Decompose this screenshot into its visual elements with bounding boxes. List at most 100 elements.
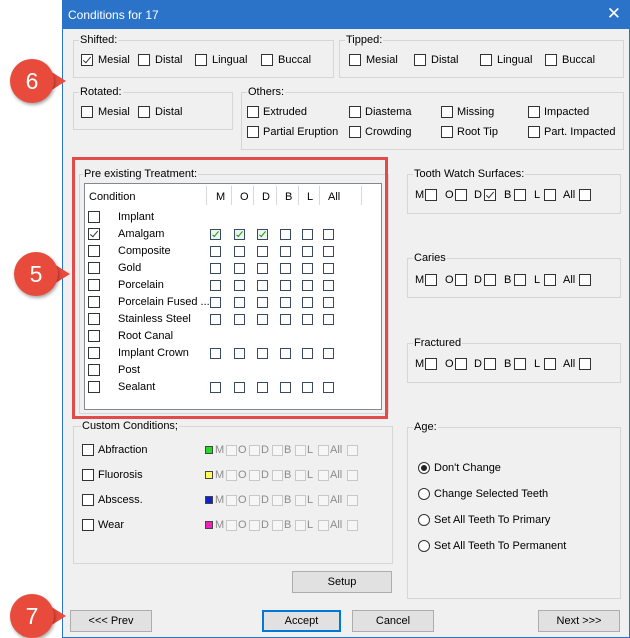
- others-missing-label: Missing: [457, 106, 495, 118]
- tipped-buccal-checkbox[interactable]: [545, 54, 557, 66]
- caries-m-checkbox[interactable]: [425, 274, 437, 286]
- age-set-all-teeth-to-primary-radio[interactable]: [418, 514, 430, 526]
- custom-fluorosis-surface-all-checkbox: [347, 470, 358, 481]
- custom-abscess-color-swatch: [205, 496, 213, 504]
- fractured-o-checkbox[interactable]: [455, 358, 467, 370]
- others-impacted-checkbox[interactable]: [528, 106, 540, 118]
- others-impacted-label: Impacted: [544, 106, 590, 118]
- callout-6-badge: 6: [10, 59, 54, 103]
- age-set-all-teeth-to-permanent-radio[interactable]: [418, 540, 430, 552]
- setup-button[interactable]: Setup: [292, 571, 392, 593]
- caries-all-checkbox[interactable]: [579, 274, 591, 286]
- caries-l-checkbox[interactable]: [544, 274, 556, 286]
- close-icon[interactable]: ✕: [607, 4, 621, 24]
- custom-abscess-surface-label: All: [330, 494, 343, 506]
- custom-fluorosis-checkbox[interactable]: [82, 469, 94, 481]
- custom-abfraction-surface-label: B: [284, 444, 292, 456]
- callout-7-badge: 7: [10, 594, 54, 638]
- custom-abfraction-surface-b-checkbox: [295, 445, 306, 456]
- rotated-mesial-label: Mesial: [98, 106, 130, 118]
- others-extruded-checkbox[interactable]: [247, 106, 259, 118]
- shifted-buccal-checkbox[interactable]: [261, 54, 273, 66]
- custom-abfraction-surface-m-checkbox: [226, 445, 237, 456]
- caries-d-checkbox[interactable]: [484, 274, 496, 286]
- others-diastema-checkbox[interactable]: [349, 106, 361, 118]
- custom-wear-label: Wear: [98, 519, 125, 531]
- others-root-tip-label: Root Tip: [457, 126, 498, 138]
- caries-d-label: D: [474, 274, 482, 286]
- others-group: [241, 92, 624, 150]
- caries-o-checkbox[interactable]: [455, 274, 467, 286]
- fractured-o-label: O: [445, 358, 454, 370]
- age-change-selected-teeth-radio[interactable]: [418, 488, 430, 500]
- others-root-tip-checkbox[interactable]: [441, 126, 453, 138]
- custom-abfraction-surface-label: O: [238, 444, 247, 456]
- fractured-l-checkbox[interactable]: [544, 358, 556, 370]
- custom-abfraction-surface-all-checkbox: [347, 445, 358, 456]
- tooth_watch-o-label: O: [445, 189, 454, 201]
- custom-conditions-label: Custom Conditions;: [81, 420, 179, 432]
- tipped-mesial-checkbox[interactable]: [349, 54, 361, 66]
- age-group: [407, 427, 621, 599]
- custom-wear-surface-all-checkbox: [347, 520, 358, 531]
- others-part-impacted-label: Part. Impacted: [544, 126, 616, 138]
- tipped-distal-checkbox[interactable]: [414, 54, 426, 66]
- custom-fluorosis-surface-m-checkbox: [226, 470, 237, 481]
- rotated-distal-label: Distal: [155, 106, 183, 118]
- tooth_watch-b-checkbox[interactable]: [514, 189, 526, 201]
- custom-wear-surface-label: L: [307, 519, 314, 531]
- custom-fluorosis-color-swatch: [205, 471, 213, 479]
- others-crowding-checkbox[interactable]: [349, 126, 361, 138]
- shifted-lingual-checkbox[interactable]: [195, 54, 207, 66]
- custom-fluorosis-surface-l-checkbox: [318, 470, 329, 481]
- others-partial-eruption-checkbox[interactable]: [247, 126, 259, 138]
- caries-o-label: O: [445, 274, 454, 286]
- caries-l-label: L: [534, 274, 541, 286]
- custom-wear-color-swatch: [205, 521, 213, 529]
- tooth_watch-l-checkbox[interactable]: [544, 189, 556, 201]
- custom-wear-surface-b-checkbox: [295, 520, 306, 531]
- caries-b-checkbox[interactable]: [514, 274, 526, 286]
- cancel-button[interactable]: Cancel: [352, 610, 434, 632]
- window-title: Conditions for 17: [68, 8, 159, 22]
- custom-abscess-surface-all-checkbox: [347, 495, 358, 506]
- next-button[interactable]: Next >>>: [538, 610, 620, 632]
- shifted-distal-checkbox[interactable]: [138, 54, 150, 66]
- tooth_watch-o-checkbox[interactable]: [455, 189, 467, 201]
- tooth_watch-l-label: L: [534, 189, 541, 201]
- custom-abfraction-surface-label: M: [215, 444, 225, 456]
- tooth_watch-m-checkbox[interactable]: [425, 189, 437, 201]
- tooth_watch-all-checkbox[interactable]: [579, 189, 591, 201]
- custom-abfraction-checkbox[interactable]: [82, 444, 94, 456]
- custom-abscess-surface-label: B: [284, 494, 292, 506]
- tipped-lingual-checkbox[interactable]: [480, 54, 492, 66]
- others-part-impacted-checkbox[interactable]: [528, 126, 540, 138]
- shifted-mesial-checkbox[interactable]: [81, 54, 93, 66]
- callout-5-badge: 5: [14, 252, 58, 296]
- rotated-distal-checkbox[interactable]: [138, 106, 150, 118]
- others-diastema-label: Diastema: [365, 106, 412, 118]
- caries-all-label: All: [563, 274, 576, 286]
- tooth_watch-b-label: B: [504, 189, 512, 201]
- shifted-buccal-label: Buccal: [278, 54, 312, 66]
- rotated-mesial-checkbox[interactable]: [81, 106, 93, 118]
- custom-fluorosis-surface-label: B: [284, 469, 292, 481]
- fractured-d-checkbox[interactable]: [484, 358, 496, 370]
- others-missing-checkbox[interactable]: [441, 106, 453, 118]
- tooth_watch-d-checkbox[interactable]: [484, 189, 496, 201]
- age-change-selected-teeth-label: Change Selected Teeth: [434, 488, 549, 500]
- fractured-b-checkbox[interactable]: [514, 358, 526, 370]
- fractured-label: Fractured: [413, 337, 463, 349]
- title-bar[interactable]: Conditions for 17 ✕: [63, 1, 629, 29]
- custom-abscess-checkbox[interactable]: [82, 494, 94, 506]
- custom-abscess-surface-d-checkbox: [272, 495, 283, 506]
- custom-abfraction-surface-d-checkbox: [272, 445, 283, 456]
- fractured-m-checkbox[interactable]: [425, 358, 437, 370]
- age-don-t-change-radio[interactable]: [418, 462, 430, 474]
- custom-abscess-surface-label: M: [215, 494, 225, 506]
- custom-wear-surface-l-checkbox: [318, 520, 329, 531]
- accept-button[interactable]: Accept: [262, 610, 341, 632]
- fractured-all-checkbox[interactable]: [579, 358, 591, 370]
- custom-wear-checkbox[interactable]: [82, 519, 94, 531]
- prev-button[interactable]: <<< Prev: [70, 610, 152, 632]
